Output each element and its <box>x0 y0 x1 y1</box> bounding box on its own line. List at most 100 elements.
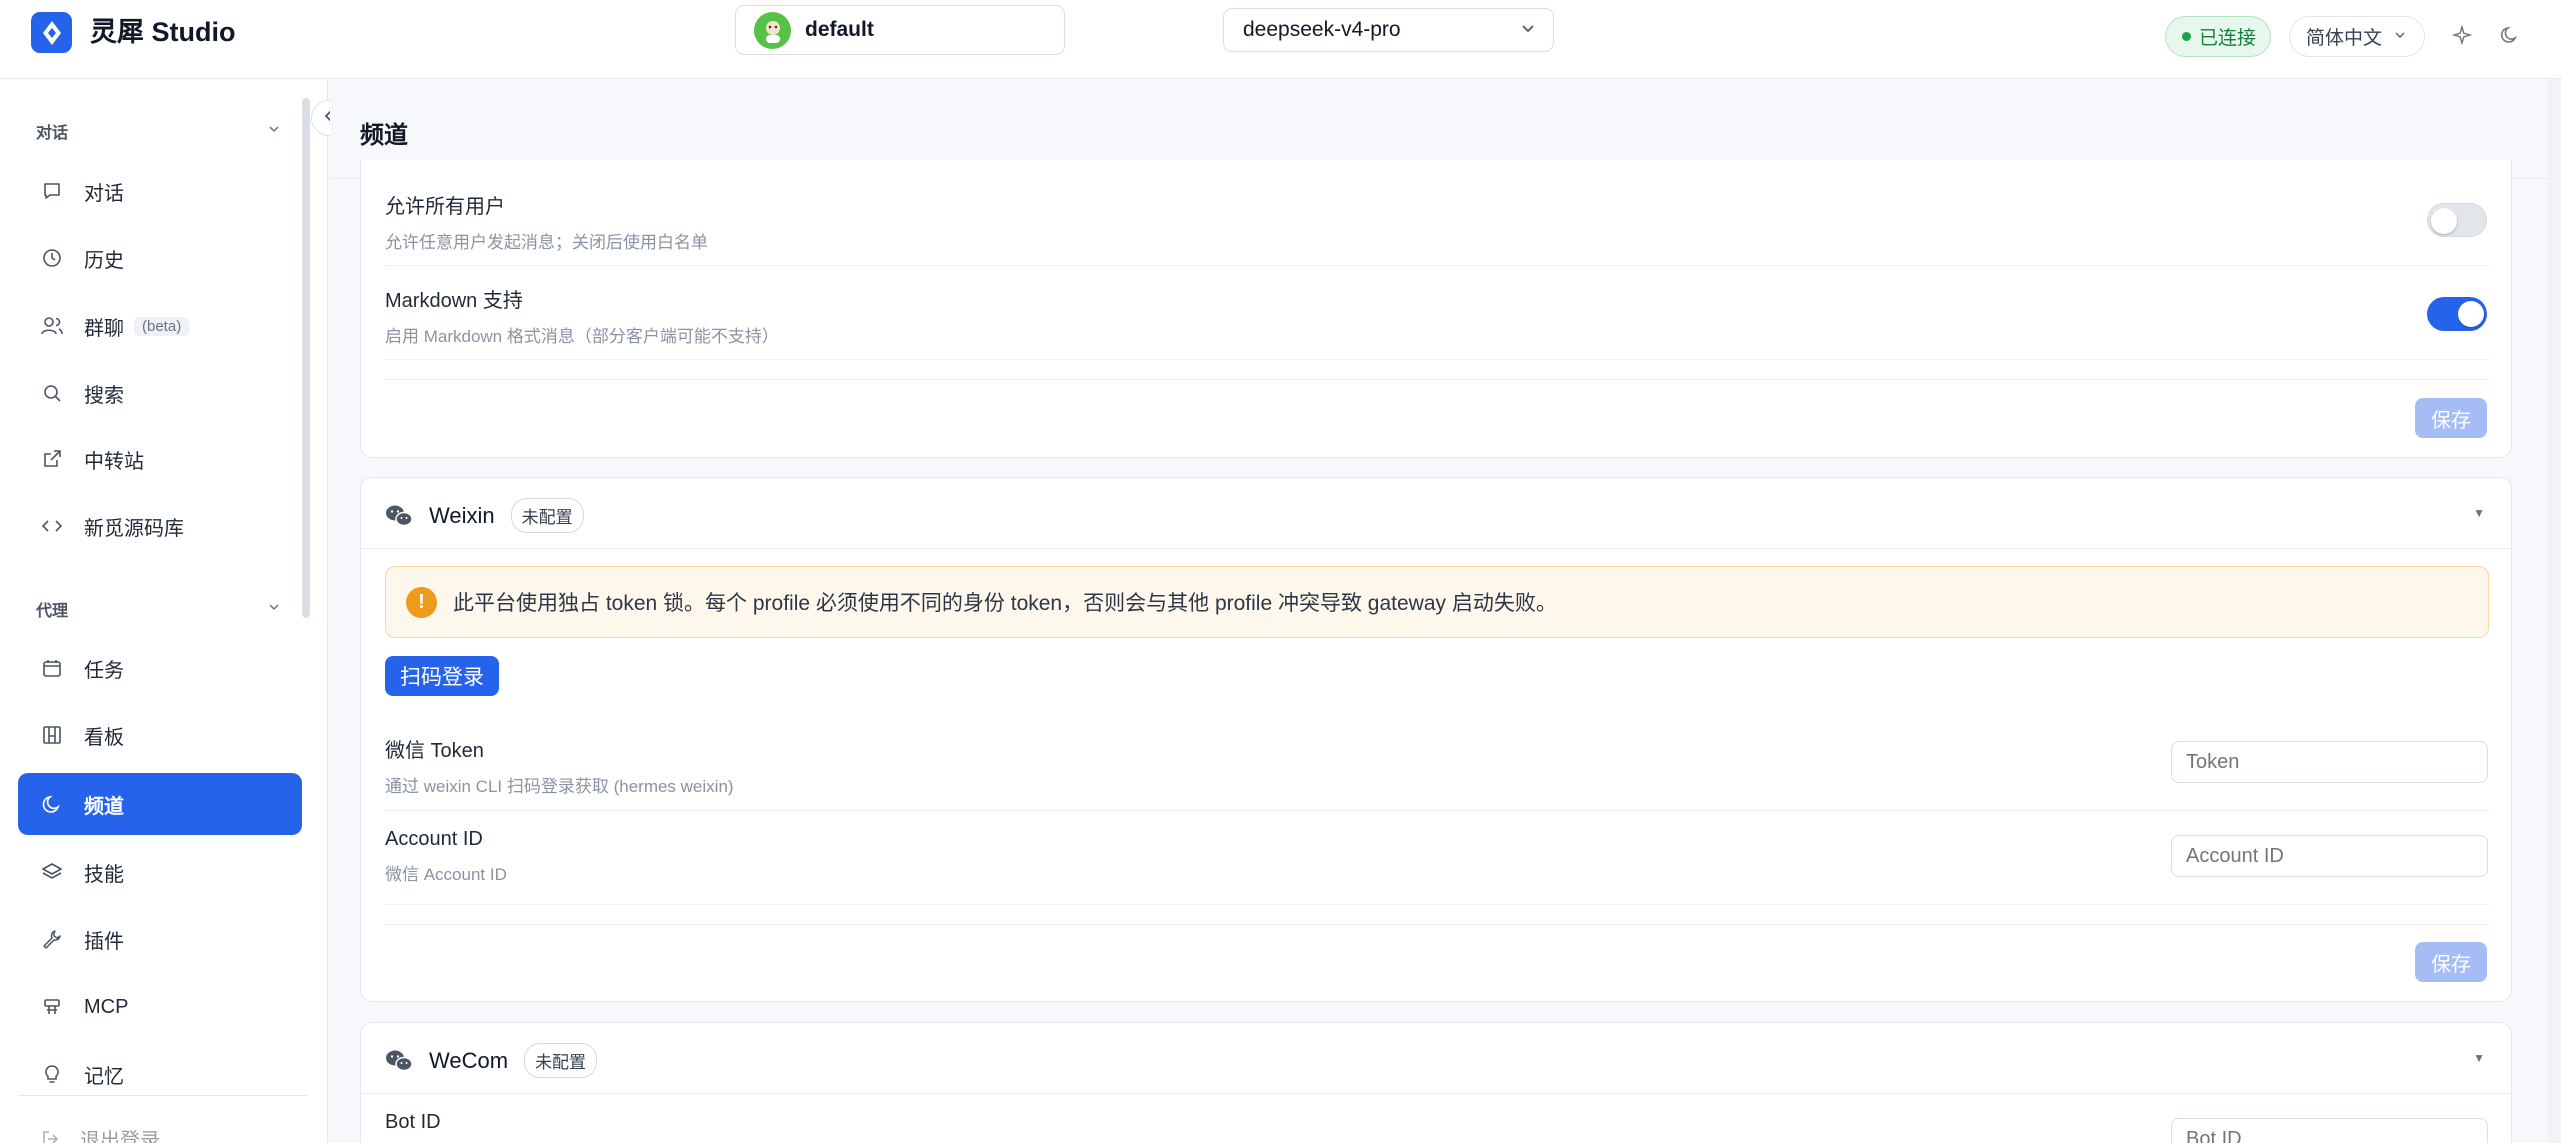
sparkle-icon[interactable] <box>2447 20 2477 50</box>
chevron-down-icon <box>1521 21 1535 40</box>
setting-title: 允许所有用户 <box>385 196 505 218</box>
sidebar-item-label: 插件 <box>84 930 124 953</box>
unconfigured-badge: 未配置 <box>510 498 584 533</box>
divider <box>385 904 2489 905</box>
lightbulb-icon <box>40 1062 64 1086</box>
section-title-agent: 代理 <box>36 603 69 620</box>
divider <box>385 359 2489 360</box>
sidebar-item-chat[interactable]: 对话 <box>18 160 302 222</box>
sidebar-divider <box>18 1095 308 1096</box>
channel-card-weixin: Weixin 未配置 ▼ ! 此平台使用独占 token 锁。每个 profil… <box>360 477 2512 1002</box>
caret-down-icon[interactable]: ▼ <box>2473 1051 2485 1065</box>
moon-icon[interactable] <box>2495 20 2525 50</box>
sidebar-item-label: 新觅源码库 <box>84 517 184 540</box>
divider <box>361 548 2511 549</box>
language-select[interactable]: 简体中文 <box>2289 16 2425 57</box>
sidebar-item-label: 记忆 <box>84 1065 124 1088</box>
account-id-input[interactable] <box>2171 835 2488 877</box>
channel-card-previous: 允许所有用户 允许任意用户发起消息；关闭后使用白名单 Markdown 支持 启… <box>360 160 2512 458</box>
sidebar-item-label: 对话 <box>84 182 124 205</box>
external-link-icon <box>40 447 64 471</box>
allow-all-users-toggle[interactable] <box>2427 203 2487 237</box>
channel-card-wecom: WeCom 未配置 ▼ Bot ID <box>360 1022 2512 1143</box>
logout-button[interactable]: 退出登录 <box>40 1124 160 1143</box>
model-name: deepseek-v4-pro <box>1243 18 1401 41</box>
mcp-icon <box>40 995 64 1019</box>
warning-banner: ! 此平台使用独占 token 锁。每个 profile 必须使用不同的身份 t… <box>385 566 2489 638</box>
sidebar-item-label: 频道 <box>84 795 124 818</box>
sidebar: 对话 对话 历史 群聊 (beta) 搜索 中转站 新觅源码库 代理 任务 看板 <box>0 79 328 1143</box>
code-icon <box>40 514 64 538</box>
sidebar-item-skills[interactable]: 技能 <box>18 841 302 903</box>
unconfigured-badge: 未配置 <box>524 1043 598 1078</box>
avatar <box>754 11 791 49</box>
language-label: 简体中文 <box>2306 28 2383 49</box>
sidebar-item-label: 群聊 <box>84 317 124 340</box>
weixin-token-input[interactable] <box>2171 741 2488 783</box>
card-title: WeCom <box>429 1047 509 1073</box>
wrench-icon <box>40 927 64 951</box>
bot-id-input[interactable] <box>2171 1118 2488 1143</box>
chat-icon <box>40 179 64 203</box>
warning-icon: ! <box>406 586 437 618</box>
main-scrollbar[interactable] <box>2548 79 2561 1143</box>
chevron-down-icon[interactable] <box>266 121 282 137</box>
beta-badge: (beta) <box>134 316 190 336</box>
moon-icon <box>40 792 64 816</box>
chevron-down-icon[interactable] <box>266 599 282 615</box>
sidebar-item-code-repo[interactable]: 新觅源码库 <box>18 495 302 557</box>
card-header[interactable]: Weixin 未配置 <box>385 498 584 533</box>
sidebar-item-label: 搜索 <box>84 384 124 407</box>
divider <box>385 265 2489 266</box>
setting-description: 允许任意用户发起消息；关闭后使用白名单 <box>385 233 708 252</box>
sidebar-item-label: 中转站 <box>84 450 144 473</box>
logout-icon <box>40 1128 62 1143</box>
sidebar-item-label: 任务 <box>84 659 124 682</box>
sidebar-item-relay[interactable]: 中转站 <box>18 428 302 490</box>
sidebar-scrollbar[interactable] <box>302 98 310 618</box>
divider <box>385 379 2489 380</box>
setting-row-markdown: Markdown 支持 启用 Markdown 格式消息（部分客户端可能不支持） <box>385 284 2489 347</box>
sidebar-item-label: MCP <box>84 995 129 1018</box>
divider <box>385 810 2489 811</box>
status-dot-icon <box>2182 32 2191 41</box>
card-title: Weixin <box>429 502 495 528</box>
status-text: 已连接 <box>2199 28 2257 49</box>
setting-title: Markdown 支持 <box>385 290 523 312</box>
sidebar-item-channels[interactable]: 频道 <box>18 773 302 835</box>
app-logo-icon <box>31 12 72 53</box>
sidebar-item-tasks[interactable]: 任务 <box>18 637 302 699</box>
layers-icon <box>40 860 64 884</box>
sidebar-item-plugins[interactable]: 插件 <box>18 908 302 970</box>
search-icon <box>40 381 64 405</box>
save-button[interactable]: 保存 <box>2415 398 2487 438</box>
clock-icon <box>40 246 64 270</box>
top-bar: 灵犀 Studio default deepseek-v4-pro 已连接 简体… <box>0 0 2561 79</box>
profile-selector[interactable]: default <box>735 5 1065 55</box>
sidebar-item-mcp[interactable]: MCP <box>18 976 302 1038</box>
setting-description: 启用 Markdown 格式消息（部分客户端可能不支持） <box>385 327 779 346</box>
setting-row-allow-all-users: 允许所有用户 允许任意用户发起消息；关闭后使用白名单 <box>385 190 2489 253</box>
sidebar-item-group-chat[interactable]: 群聊 (beta) <box>18 295 302 357</box>
save-button[interactable]: 保存 <box>2415 942 2487 982</box>
board-icon <box>40 723 64 747</box>
sidebar-item-label: 看板 <box>84 726 124 749</box>
profile-name: default <box>805 18 874 41</box>
scan-login-button[interactable]: 扫码登录 <box>385 656 499 696</box>
divider <box>385 924 2489 925</box>
sidebar-item-search[interactable]: 搜索 <box>18 362 302 424</box>
sidebar-item-history[interactable]: 历史 <box>18 227 302 289</box>
sidebar-item-board[interactable]: 看板 <box>18 704 302 766</box>
card-header[interactable]: WeCom 未配置 <box>385 1043 598 1078</box>
wechat-icon <box>385 504 413 528</box>
page-title: 频道 <box>360 122 408 149</box>
markdown-toggle[interactable] <box>2427 297 2487 331</box>
model-select[interactable]: deepseek-v4-pro <box>1223 8 1554 52</box>
app-brand: 灵犀 Studio <box>90 17 236 47</box>
calendar-icon <box>40 656 64 680</box>
section-title-chat: 对话 <box>36 125 69 142</box>
caret-down-icon[interactable]: ▼ <box>2473 506 2485 520</box>
warning-text: 此平台使用独占 token 锁。每个 profile 必须使用不同的身份 tok… <box>453 592 1557 615</box>
users-icon <box>40 314 64 338</box>
status-badge: 已连接 <box>2165 16 2271 57</box>
